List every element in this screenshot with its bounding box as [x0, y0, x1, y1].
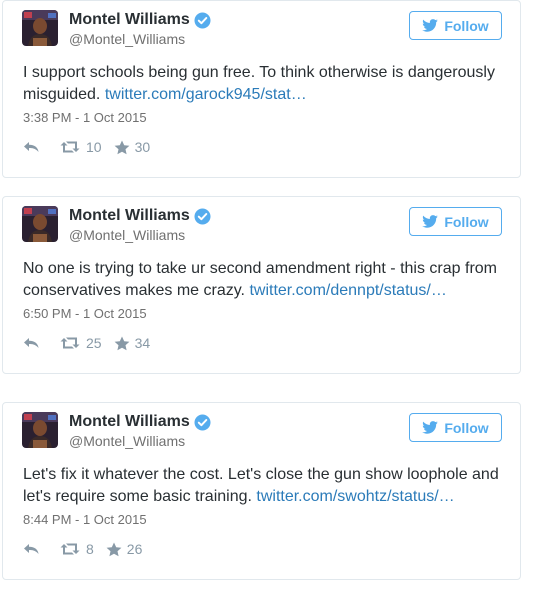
- tweet-actions: 8 26: [23, 540, 142, 558]
- tweet-text: Let's fix it whatever the cost. Let's cl…: [23, 464, 513, 508]
- author-handle[interactable]: @Montel_Williams: [69, 433, 185, 449]
- favorite-button[interactable]: 26: [106, 541, 143, 557]
- verified-badge-icon: [194, 414, 211, 431]
- retweet-count: 25: [86, 335, 102, 351]
- reply-icon: [24, 544, 39, 554]
- tweet-actions: 10 30: [23, 138, 150, 156]
- author-name[interactable]: Montel Williams: [69, 413, 190, 431]
- follow-button[interactable]: Follow: [409, 11, 502, 40]
- follow-label: Follow: [444, 213, 489, 230]
- follow-button[interactable]: Follow: [409, 413, 502, 442]
- twitter-bird-icon: [422, 421, 439, 434]
- verified-badge-icon: [194, 12, 211, 29]
- avatar[interactable]: [22, 206, 58, 242]
- tweet-text: No one is trying to take ur second amend…: [23, 258, 513, 302]
- tweet-timestamp[interactable]: 8:44 PM - 1 Oct 2015: [23, 512, 147, 527]
- reply-button[interactable]: [23, 543, 60, 555]
- tweet-link[interactable]: twitter.com/garock945/stat…: [105, 86, 307, 103]
- tweet-timestamp[interactable]: 6:50 PM - 1 Oct 2015: [23, 306, 147, 321]
- tweet-feed: Montel Williams @Montel_Williams Follow …: [0, 0, 549, 590]
- reply-button[interactable]: [23, 141, 60, 153]
- avatar[interactable]: [22, 412, 58, 448]
- author-name[interactable]: Montel Williams: [69, 11, 190, 29]
- tweet-card: Montel Williams @Montel_Williams Follow …: [2, 402, 521, 580]
- follow-label: Follow: [444, 419, 489, 436]
- retweet-icon: [60, 141, 80, 153]
- twitter-bird-icon: [422, 215, 439, 228]
- tweet-actions: 25 34: [23, 334, 150, 352]
- follow-label: Follow: [444, 17, 489, 34]
- retweet-count: 10: [86, 139, 102, 155]
- tweet-card: Montel Williams @Montel_Williams Follow …: [2, 0, 521, 178]
- favorite-count: 30: [134, 139, 151, 155]
- verified-badge-icon: [194, 208, 211, 225]
- favorite-button[interactable]: 30: [114, 139, 151, 155]
- retweet-button[interactable]: 8: [60, 541, 94, 557]
- favorite-count: 34: [134, 335, 151, 351]
- tweet-timestamp[interactable]: 3:38 PM - 1 Oct 2015: [23, 110, 147, 125]
- tweet-text: I support schools being gun free. To thi…: [23, 62, 513, 106]
- tweet-link[interactable]: twitter.com/dennpt/status/…: [249, 282, 446, 299]
- reply-button[interactable]: [23, 337, 60, 349]
- twitter-bird-icon: [422, 19, 439, 32]
- author-handle[interactable]: @Montel_Williams: [69, 227, 185, 243]
- retweet-button[interactable]: 25: [60, 335, 102, 351]
- star-icon: [106, 542, 122, 556]
- star-icon: [114, 140, 129, 154]
- favorite-count: 26: [126, 541, 143, 557]
- retweet-button[interactable]: 10: [60, 139, 102, 155]
- follow-button[interactable]: Follow: [409, 207, 502, 236]
- retweet-icon: [60, 337, 80, 349]
- author-handle[interactable]: @Montel_Williams: [69, 31, 185, 47]
- favorite-button[interactable]: 34: [114, 335, 151, 351]
- retweet-count: 8: [86, 541, 94, 557]
- tweet-card: Montel Williams @Montel_Williams Follow …: [2, 196, 521, 374]
- tweet-link[interactable]: twitter.com/swohtz/status/…: [256, 488, 454, 505]
- author-name[interactable]: Montel Williams: [69, 207, 190, 225]
- avatar[interactable]: [22, 10, 58, 46]
- reply-icon: [24, 142, 39, 152]
- reply-icon: [24, 338, 39, 348]
- retweet-icon: [60, 543, 80, 555]
- star-icon: [114, 336, 129, 350]
